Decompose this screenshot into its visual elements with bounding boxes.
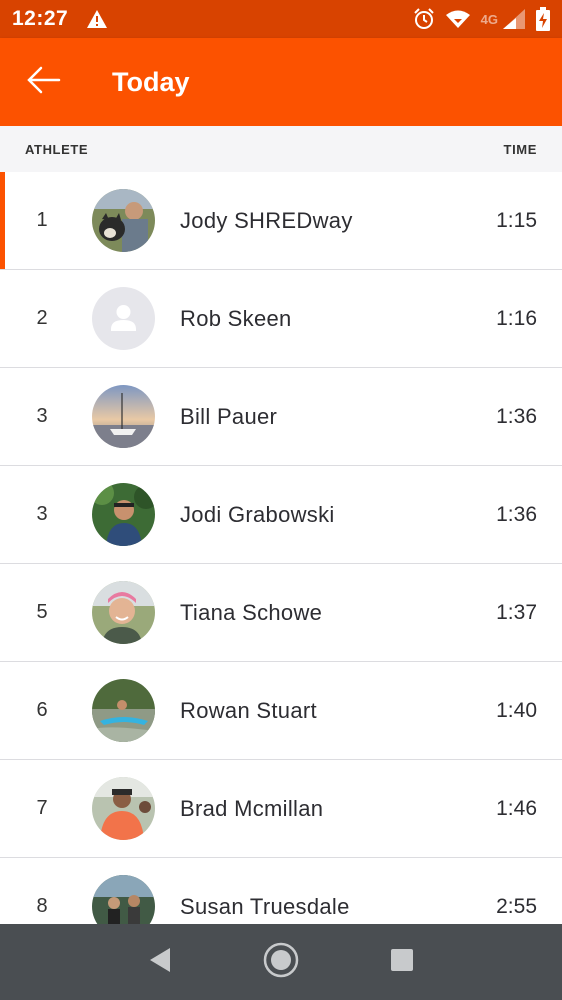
page-title: Today: [112, 66, 190, 97]
arrow-left-icon: [27, 66, 61, 99]
athlete-time: 1:15: [496, 208, 537, 232]
avatar: [92, 483, 155, 546]
leaderboard-row[interactable]: 3 Jodi Grabowski 1:36: [0, 466, 562, 564]
athlete-name: Rob Skeen: [180, 305, 292, 331]
list-header: ATHLETE TIME: [0, 126, 562, 172]
leaderboard-list[interactable]: 1 Jody SHREDway 1:15 2 Rob Skeen 1:16 3 …: [0, 172, 562, 924]
leaderboard-row[interactable]: 5 Tiana Schowe 1:37: [0, 564, 562, 662]
avatar: [92, 581, 155, 644]
athlete-time: 2:55: [496, 894, 537, 918]
alarm-icon: [413, 8, 435, 30]
athlete-name: Brad Mcmillan: [180, 795, 324, 821]
avatar: [92, 777, 155, 840]
athlete-time: 1:36: [496, 502, 537, 526]
athlete-time: 1:46: [496, 796, 537, 820]
status-icons: 4G: [413, 7, 550, 31]
recents-square-icon: [390, 948, 414, 977]
status-time: 12:27: [12, 7, 69, 30]
leaderboard-row[interactable]: 8 Susan Truesdale 2:55: [0, 858, 562, 924]
battery-charging-icon: [536, 7, 550, 31]
nav-back-button[interactable]: [130, 932, 190, 992]
rank: 7: [36, 797, 48, 819]
time-column-header: TIME: [503, 141, 537, 157]
rank: 2: [36, 307, 48, 329]
back-button[interactable]: [0, 38, 88, 126]
athlete-name: Rowan Stuart: [180, 697, 317, 723]
leaderboard-row[interactable]: 6 Rowan Stuart 1:40: [0, 662, 562, 760]
athlete-name: Jodi Grabowski: [180, 501, 335, 527]
athlete-time: 1:36: [496, 404, 537, 428]
rank: 5: [36, 601, 48, 623]
leaderboard-row[interactable]: 1 Jody SHREDway 1:15: [0, 172, 562, 270]
status-bar: 12:27 4G: [0, 0, 562, 38]
avatar: [92, 189, 155, 252]
rank: 6: [36, 699, 48, 721]
rank: 3: [36, 503, 48, 525]
app-bar: Today: [0, 38, 562, 126]
rank: 8: [36, 895, 48, 917]
system-navigation-bar: [0, 924, 562, 1000]
avatar: [92, 679, 155, 742]
athlete-column-header: ATHLETE: [25, 141, 89, 157]
avatar: [92, 385, 155, 448]
avatar: [92, 875, 155, 924]
nav-home-button[interactable]: [251, 932, 311, 992]
athlete-time: 1:16: [496, 306, 537, 330]
athlete-time: 1:40: [496, 698, 537, 722]
default-avatar-icon: [92, 287, 155, 350]
athlete-name: Tiana Schowe: [180, 599, 323, 625]
athlete-name: Bill Pauer: [180, 403, 278, 429]
warning-icon: [86, 9, 108, 29]
home-circle-icon: [263, 942, 299, 983]
leaderboard-row[interactable]: 3 Bill Pauer 1:36: [0, 368, 562, 466]
back-triangle-icon: [148, 947, 172, 978]
athlete-name: Susan Truesdale: [180, 893, 350, 919]
leaderboard-row[interactable]: 7 Brad Mcmillan 1:46: [0, 760, 562, 858]
wifi-icon: [445, 9, 471, 29]
leaderboard-row[interactable]: 2 Rob Skeen 1:16: [0, 270, 562, 368]
network-label: 4G: [480, 11, 498, 27]
rank: 3: [36, 405, 48, 427]
signal-icon: [502, 8, 526, 30]
rank: 1: [36, 209, 48, 231]
athlete-time: 1:37: [496, 600, 537, 624]
athlete-name: Jody SHREDway: [180, 207, 353, 233]
nav-recents-button[interactable]: [372, 932, 432, 992]
